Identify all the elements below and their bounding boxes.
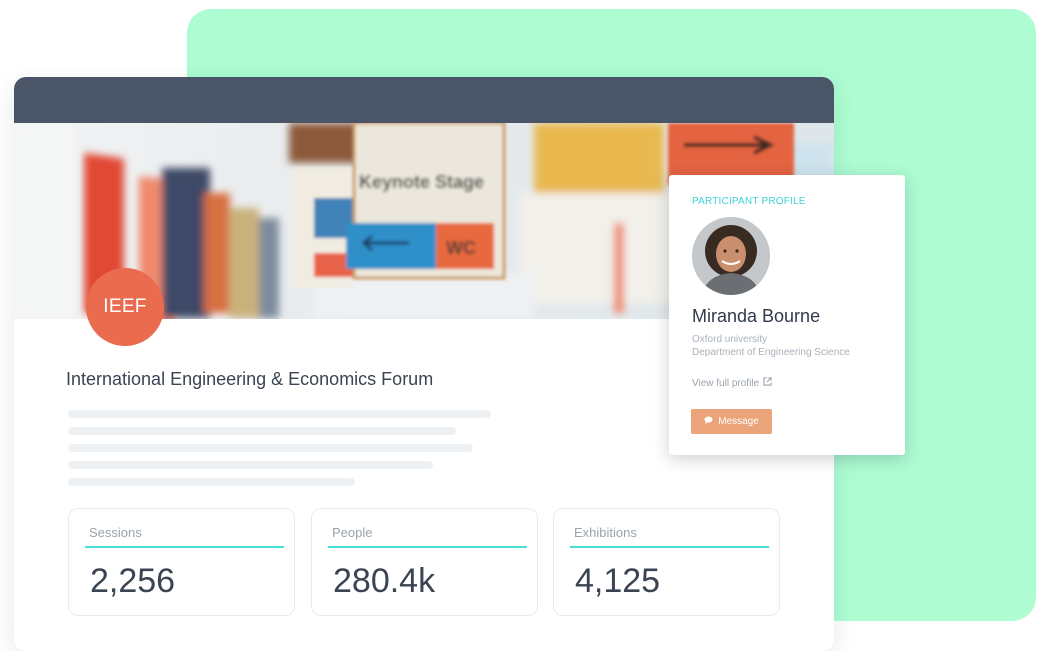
view-full-profile-link[interactable]: View full profile [692, 377, 772, 389]
view-full-profile-label: View full profile [692, 377, 760, 389]
stat-value: 4,125 [575, 562, 661, 600]
stat-label: Exhibitions [574, 525, 637, 540]
participant-name: Miranda Bourne [692, 306, 821, 326]
banner-sign-wc: WC [446, 238, 476, 258]
participant-profile-card: PARTICIPANT PROFILE Miranda Bourne Oxfor… [669, 175, 905, 455]
participant-organization: Oxford university [692, 334, 768, 345]
banner-sign-keynote: Keynote Stage [359, 172, 484, 192]
stat-value: 2,256 [90, 562, 176, 600]
external-link-icon [763, 377, 772, 389]
profile-section-label: PARTICIPANT PROFILE [692, 196, 806, 207]
event-logo-badge: IEEF [86, 268, 164, 346]
participant-department: Department of Engineering Science [692, 347, 850, 358]
description-placeholder-line [68, 461, 433, 469]
chat-bubble-icon [704, 416, 713, 427]
description-placeholder-line [68, 478, 355, 486]
message-button[interactable]: Message [691, 409, 772, 434]
stat-value: 280.4k [333, 562, 436, 600]
stat-card-people: People 280.4k [311, 508, 538, 616]
stat-label: People [332, 525, 373, 540]
stat-divider [328, 546, 527, 548]
description-placeholder-line [68, 444, 473, 452]
description-placeholder-line [68, 410, 491, 418]
description-placeholder-line [68, 427, 456, 435]
card-top-bar [14, 77, 834, 123]
stat-divider [570, 546, 769, 548]
avatar [692, 217, 770, 295]
stat-label: Sessions [89, 525, 142, 540]
event-title: International Engineering & Economics Fo… [66, 369, 434, 389]
message-button-label: Message [718, 416, 759, 427]
stat-card-exhibitions: Exhibitions 4,125 [553, 508, 780, 616]
event-logo-text: IEEF [103, 296, 147, 317]
stat-card-sessions: Sessions 2,256 [68, 508, 295, 616]
stat-divider [85, 546, 284, 548]
